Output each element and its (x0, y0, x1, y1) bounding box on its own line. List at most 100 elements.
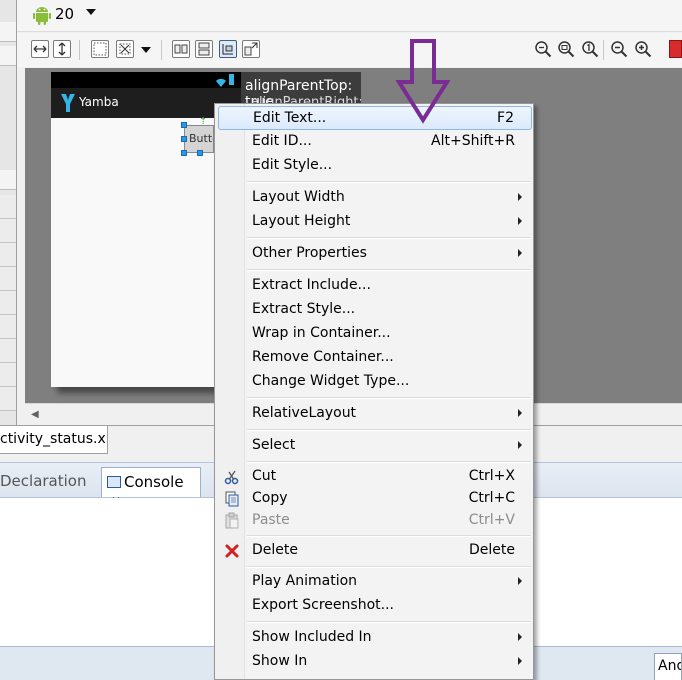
panel-row[interactable] (0, 291, 16, 315)
tab-declaration[interactable]: Declaration (0, 463, 98, 497)
menu-item-shortcut: Ctrl+C (468, 490, 515, 506)
zoom-real-size-icon[interactable] (557, 40, 575, 58)
menu-item-play-animation[interactable]: Play Animation (218, 570, 532, 594)
fit-width-icon[interactable] (31, 40, 49, 58)
menu-item-label: Remove Container... (252, 349, 394, 365)
dropdown-arrow-icon[interactable] (86, 9, 96, 15)
menu-separator (247, 237, 531, 239)
selected-button-widget[interactable]: Butto (184, 125, 214, 153)
app-title: Yamba (79, 95, 119, 109)
device-preview[interactable]: Yamba Butto ⇡ (51, 72, 241, 387)
panel-scroll-down-button[interactable] (0, 170, 16, 190)
menu-item-label: Copy (252, 490, 288, 506)
menu-item-label: Edit ID... (252, 133, 312, 149)
menu-item-delete[interactable]: Delete Delete (218, 539, 532, 563)
menu-item-show-included-in[interactable]: Show Included In (218, 626, 532, 650)
submenu-arrow-icon (518, 249, 522, 257)
toolbar-separator (603, 40, 604, 60)
panel-row[interactable] (0, 195, 16, 219)
zoom-minus-icon[interactable] (610, 40, 628, 58)
menu-separator (247, 181, 531, 183)
menu-item-layout-height[interactable]: Layout Height (218, 210, 532, 234)
menu-separator (247, 429, 531, 431)
menu-item-label: Layout Width (252, 189, 345, 205)
menu-item-show-in[interactable]: Show In (218, 650, 532, 674)
tab-console-label: Console (124, 473, 184, 491)
menu-separator (247, 269, 531, 271)
resize-handle[interactable] (181, 122, 187, 128)
menu-item-other-properties[interactable]: Other Properties (218, 242, 532, 266)
menu-item-relativelayout[interactable]: RelativeLayout (218, 402, 532, 426)
menu-item-paste: Paste Ctrl+V (218, 509, 532, 533)
menu-item-label: Delete (252, 542, 298, 558)
menu-item-label: Play Animation (252, 573, 358, 589)
panel-row[interactable] (0, 315, 16, 339)
center-h-icon[interactable] (172, 40, 190, 58)
wifi-icon (216, 75, 226, 87)
menu-item-shortcut: Alt+Shift+R (431, 133, 515, 149)
menu-item-extract-style[interactable]: Extract Style... (218, 298, 532, 322)
panel-row[interactable] (0, 363, 16, 387)
menu-item-label: Show Included In (252, 629, 372, 645)
menu-item-change-widget-type[interactable]: Change Widget Type... (218, 370, 532, 394)
menu-item-label: Change Widget Type... (252, 373, 410, 389)
menu-item-copy[interactable]: Copy Ctrl+C (218, 487, 532, 511)
zoom-out-icon[interactable] (534, 40, 552, 58)
resize-handle[interactable] (181, 136, 187, 142)
menu-item-cut[interactable]: Cut Ctrl+X (218, 465, 532, 489)
panel-row[interactable] (0, 219, 16, 243)
panel-row[interactable] (0, 243, 16, 267)
device-action-bar: Yamba (51, 88, 241, 118)
submenu-arrow-icon (518, 441, 522, 449)
tab-console[interactable]: Console ✕ (101, 467, 201, 508)
menu-item-shortcut: F2 (497, 110, 514, 126)
submenu-arrow-icon (518, 657, 522, 665)
fit-height-icon[interactable] (53, 40, 71, 58)
submenu-arrow-icon (518, 577, 522, 585)
menu-item-label: RelativeLayout (252, 405, 357, 421)
toolbar-separator (79, 40, 80, 60)
console-icon (107, 476, 121, 488)
device-status-bar (51, 72, 241, 88)
error-indicator-icon[interactable] (669, 40, 682, 58)
resize-handle[interactable] (197, 150, 203, 156)
margins-icon[interactable] (116, 40, 134, 58)
menu-item-export-screenshot[interactable]: Export Screenshot... (218, 594, 532, 618)
menu-item-shortcut: Ctrl+V (468, 512, 515, 528)
menu-item-edit-style[interactable]: Edit Style... (218, 154, 532, 178)
menu-item-label: Export Screenshot... (252, 597, 394, 613)
left-panel-strip (0, 0, 17, 428)
zoom-1to1-icon[interactable] (581, 40, 599, 58)
scroll-left-arrow-icon[interactable]: ◀ (31, 409, 39, 420)
panel-row[interactable] (0, 339, 16, 363)
menu-item-label: Wrap in Container... (252, 325, 391, 341)
center-v-icon[interactable] (195, 40, 213, 58)
grid-icon[interactable] (91, 40, 109, 58)
menu-item-label: Layout Height (252, 213, 351, 229)
api-level-value[interactable]: 20 (55, 5, 74, 23)
menu-item-remove-container[interactable]: Remove Container... (218, 346, 532, 370)
panel-menu-icon[interactable] (0, 46, 16, 66)
zoom-plus-icon[interactable] (634, 40, 652, 58)
layout-dropdown-icon[interactable] (141, 47, 151, 53)
menu-item-layout-width[interactable]: Layout Width (218, 186, 532, 210)
annotation-arrow-icon (396, 39, 450, 124)
align-icon[interactable] (219, 40, 237, 58)
android-status-button[interactable]: And (654, 653, 682, 680)
menu-item-wrap-in-container[interactable]: Wrap in Container... (218, 322, 532, 346)
file-tab-activity-status[interactable]: ctivity_status.xml (0, 426, 108, 454)
resize-handle[interactable] (181, 150, 187, 156)
menu-item-label: Cut (252, 468, 277, 484)
distribute-icon[interactable] (242, 40, 260, 58)
android-icon (33, 5, 51, 29)
menu-item-edit-id[interactable]: Edit ID... Alt+Shift+R (218, 130, 532, 154)
panel-scroll-up-button[interactable] (0, 22, 16, 42)
panel-row[interactable] (0, 267, 16, 291)
panel-row[interactable] (0, 387, 16, 411)
menu-separator (247, 621, 531, 623)
menu-item-edit-text[interactable]: Edit Text... F2 (218, 106, 532, 130)
menu-item-extract-include[interactable]: Extract Include... (218, 274, 532, 298)
menu-item-shortcut: Ctrl+X (468, 468, 515, 484)
anchor-arrow-icon: ⇡ (199, 116, 208, 127)
menu-item-select[interactable]: Select (218, 434, 532, 458)
